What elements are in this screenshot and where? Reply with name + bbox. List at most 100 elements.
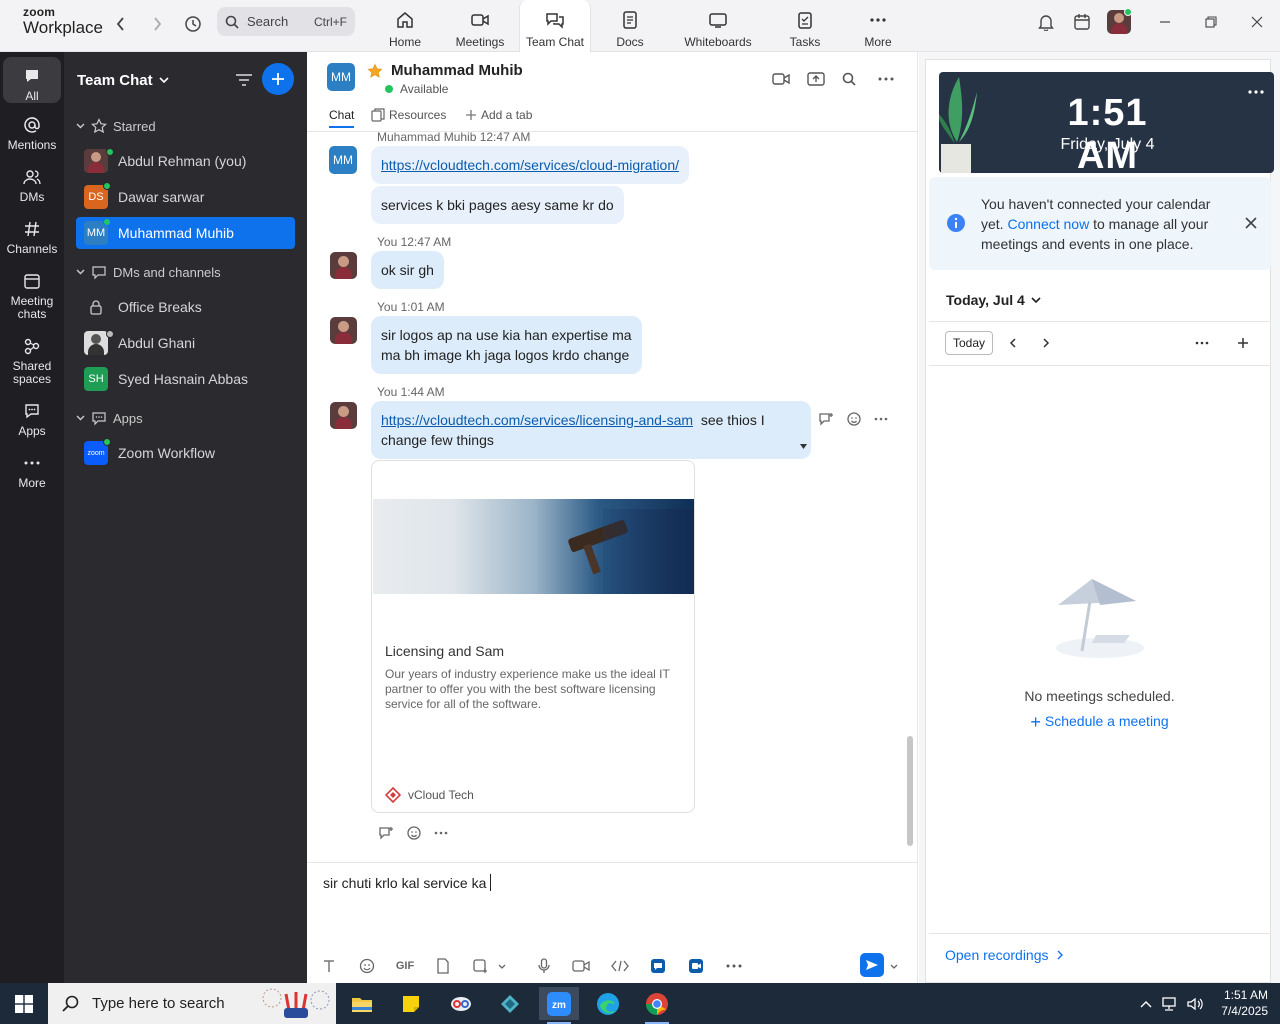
- filter-button[interactable]: [232, 68, 256, 92]
- section-starred[interactable]: Starred: [76, 118, 156, 134]
- today-button[interactable]: Today: [945, 331, 993, 355]
- caret-down-icon[interactable]: [800, 444, 807, 449]
- app-shortcut-button[interactable]: [648, 956, 668, 976]
- rail-item-meeting-chats[interactable]: Meeting chats: [0, 270, 64, 321]
- chat-item-abdul-rehman[interactable]: Abdul Rehman (you): [76, 145, 295, 177]
- section-dms-and-channels[interactable]: DMs and channels: [76, 264, 221, 280]
- tab-team-chat[interactable]: Team Chat: [519, 0, 591, 53]
- rail-item-apps[interactable]: Apps: [0, 400, 64, 438]
- video-message-button[interactable]: [571, 956, 591, 976]
- emoji-button[interactable]: [357, 956, 377, 976]
- message-bubble[interactable]: ok sir gh: [371, 251, 444, 289]
- sticky-notes-app[interactable]: [391, 987, 431, 1020]
- plus-icon[interactable]: [1237, 337, 1249, 349]
- notifications-button[interactable]: [1031, 10, 1061, 34]
- back-button[interactable]: [109, 12, 133, 36]
- send-options-button[interactable]: [886, 956, 902, 976]
- rail-item-dms[interactable]: DMs: [0, 166, 64, 204]
- contact-avatar[interactable]: MM: [327, 63, 355, 91]
- message-link[interactable]: https://vcloudtech.com/services/cloud-mi…: [381, 157, 679, 173]
- message-bubble[interactable]: services k bki pages aesy same kr do: [371, 186, 624, 224]
- chat-item-zoom-workflow[interactable]: zoom Zoom Workflow: [76, 437, 295, 469]
- sender-avatar[interactable]: MM: [329, 146, 357, 174]
- message-input[interactable]: sir chuti krlo kal service ka: [323, 874, 492, 891]
- search-chat-button[interactable]: [838, 69, 860, 89]
- app-shortcut-button-2[interactable]: [686, 956, 706, 976]
- chat-item-abdul-ghani[interactable]: Abdul Ghani: [76, 327, 295, 359]
- team-chat-title-dropdown[interactable]: Team Chat: [77, 72, 169, 89]
- tab-docs[interactable]: Docs: [603, 0, 657, 52]
- reply-thread-icon[interactable]: [818, 411, 834, 427]
- chat-item-syed-hasnain-abbas[interactable]: SH Syed Hasnain Abbas: [76, 363, 295, 395]
- share-screen-button[interactable]: [805, 69, 827, 89]
- schedule-meeting-link[interactable]: + Schedule a meeting: [932, 712, 1267, 733]
- message-link[interactable]: https://vcloudtech.com/services/licensin…: [381, 412, 693, 428]
- tab-resources[interactable]: Resources: [371, 108, 446, 122]
- rail-item-mentions[interactable]: Mentions: [0, 114, 64, 152]
- chevron-up-icon[interactable]: [1140, 1000, 1152, 1008]
- more-dots-icon[interactable]: [1195, 341, 1209, 345]
- audio-message-button[interactable]: [534, 956, 554, 976]
- send-button[interactable]: [860, 953, 884, 977]
- tab-home[interactable]: Home: [375, 0, 435, 52]
- tab-more[interactable]: More: [853, 0, 903, 52]
- rail-item-more[interactable]: More: [0, 452, 64, 490]
- sender-avatar[interactable]: [330, 252, 357, 279]
- snipping-tool-app[interactable]: [441, 987, 481, 1020]
- taskbar-clock[interactable]: 1:51 AM 7/4/2025: [1210, 987, 1268, 1019]
- rail-item-all[interactable]: All: [3, 57, 61, 103]
- file-explorer-app[interactable]: [342, 987, 382, 1020]
- message-bubble[interactable]: sir logos ap na use kia han expertise ma…: [371, 316, 642, 374]
- format-text-button[interactable]: [319, 956, 339, 976]
- add-tab-button[interactable]: Add a tab: [465, 108, 532, 122]
- reply-thread-icon[interactable]: [378, 825, 394, 841]
- tab-meetings[interactable]: Meetings: [447, 0, 513, 52]
- attach-file-button[interactable]: [433, 956, 453, 976]
- chat-scrollbar[interactable]: [907, 736, 913, 846]
- start-button[interactable]: [4, 987, 44, 1020]
- link-preview-card[interactable]: Licensing and Sam Our years of industry …: [371, 460, 695, 813]
- message-bubble[interactable]: https://vcloudtech.com/services/licensin…: [371, 401, 811, 459]
- close-icon[interactable]: [1245, 217, 1257, 229]
- sender-avatar[interactable]: [330, 317, 357, 344]
- today-date-dropdown[interactable]: Today, Jul 4: [946, 292, 1041, 308]
- gif-button[interactable]: GIF: [393, 956, 417, 976]
- chat-item-office-breaks[interactable]: Office Breaks: [76, 291, 295, 323]
- star-filled-icon[interactable]: [367, 63, 383, 79]
- close-window-button[interactable]: [1242, 10, 1272, 34]
- more-dots-icon[interactable]: [434, 831, 448, 835]
- video-call-button[interactable]: [770, 69, 792, 89]
- contact-name[interactable]: Muhammad Muhib: [391, 62, 523, 79]
- taskbar-search-input[interactable]: Type here to search: [48, 983, 336, 1024]
- calendar-button[interactable]: [1067, 10, 1097, 34]
- rail-item-channels[interactable]: Channels: [0, 218, 64, 256]
- section-apps[interactable]: Apps: [76, 410, 143, 426]
- chrome-browser-app[interactable]: [637, 987, 677, 1024]
- edge-browser-app[interactable]: [588, 987, 628, 1020]
- sender-avatar[interactable]: [330, 402, 357, 429]
- more-dots-icon[interactable]: [874, 417, 888, 421]
- tab-whiteboards[interactable]: Whiteboards: [676, 0, 760, 52]
- forward-button[interactable]: [145, 12, 169, 36]
- tab-tasks[interactable]: Tasks: [779, 0, 831, 52]
- message-bubble[interactable]: https://vcloudtech.com/services/cloud-mi…: [371, 146, 690, 184]
- chevron-left-icon[interactable]: [1009, 338, 1017, 348]
- history-button[interactable]: [181, 12, 205, 36]
- search-input[interactable]: Search Ctrl+F: [217, 7, 355, 36]
- zoom-app[interactable]: zm: [539, 987, 579, 1024]
- connect-now-link[interactable]: Connect now: [1007, 216, 1089, 232]
- chat-item-dawar-sarwar[interactable]: DS Dawar sarwar: [76, 181, 295, 213]
- rail-item-shared-spaces[interactable]: Shared spaces: [0, 335, 64, 386]
- dev-app[interactable]: [490, 987, 530, 1020]
- chevron-right-icon[interactable]: [1042, 338, 1050, 348]
- minimize-button[interactable]: [1150, 10, 1180, 34]
- tab-chat[interactable]: Chat: [329, 108, 355, 128]
- emoji-reaction-icon[interactable]: [846, 411, 862, 427]
- screenshot-button[interactable]: [470, 956, 490, 976]
- emoji-reaction-icon[interactable]: [406, 825, 422, 841]
- network-icon[interactable]: [1160, 996, 1178, 1012]
- new-chat-button[interactable]: [262, 63, 294, 95]
- profile-avatar[interactable]: [1104, 8, 1134, 34]
- chat-more-button[interactable]: [875, 69, 897, 89]
- restore-button[interactable]: [1196, 10, 1226, 34]
